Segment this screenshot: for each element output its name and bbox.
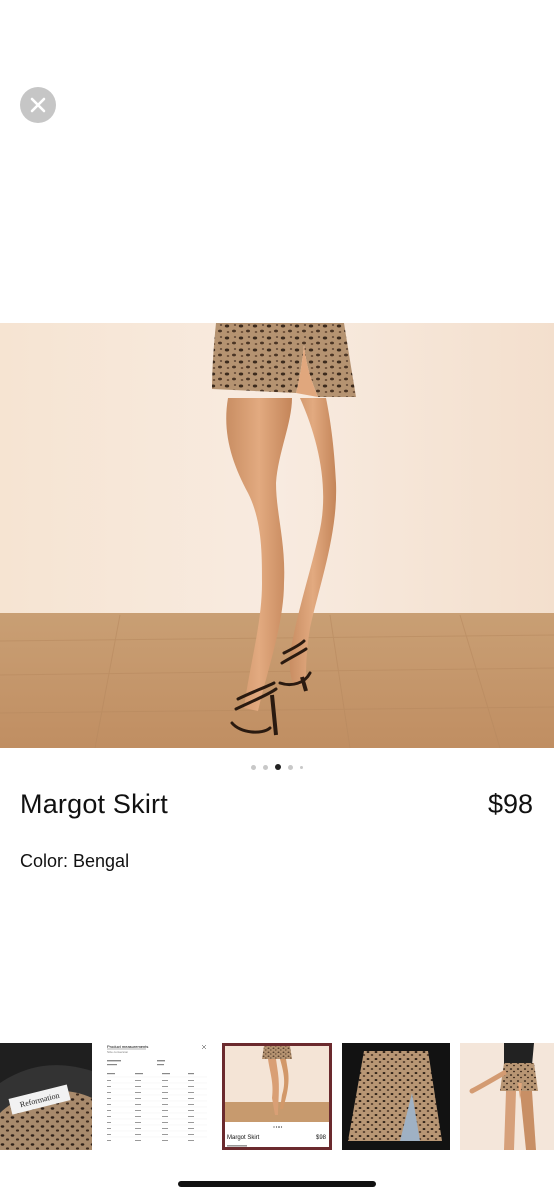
product-image[interactable]: [0, 323, 554, 748]
size-chart-title: Product measurements: [107, 1044, 148, 1049]
home-indicator[interactable]: [178, 1181, 376, 1187]
close-icon: [30, 97, 46, 113]
carousel-dot[interactable]: [251, 764, 256, 770]
thumbnail-product-selected[interactable]: Margot Skirt $98: [222, 1043, 332, 1150]
product-title: Margot Skirt: [20, 789, 168, 819]
thumbnail-product-title: Margot Skirt: [227, 1135, 260, 1141]
thumbnail-side-view[interactable]: [460, 1043, 554, 1150]
thumbnail-label-closeup[interactable]: Reformation: [0, 1043, 92, 1150]
product-color: Color: Bengal: [20, 851, 130, 871]
carousel-dot-active[interactable]: [275, 764, 281, 770]
thumbnail-strip: Reformation Product measurements Size co…: [0, 1043, 554, 1152]
thumbnail-flat-lay[interactable]: [342, 1043, 450, 1150]
carousel-dots: [0, 764, 554, 770]
thumbnail-product-price: $98: [316, 1135, 327, 1141]
product-price: $98: [487, 789, 533, 819]
product-screen: Margot Skirt $98 Color: Bengal Reformati…: [0, 0, 554, 1200]
carousel-dot[interactable]: [288, 764, 293, 770]
size-chart-subtitle: Size conversion: [107, 1050, 129, 1054]
close-button[interactable]: [20, 87, 56, 123]
thumbnail-size-chart[interactable]: Product measurements Size conversion: [102, 1043, 212, 1150]
carousel-dot[interactable]: [263, 764, 268, 770]
carousel-dot[interactable]: [300, 765, 303, 769]
